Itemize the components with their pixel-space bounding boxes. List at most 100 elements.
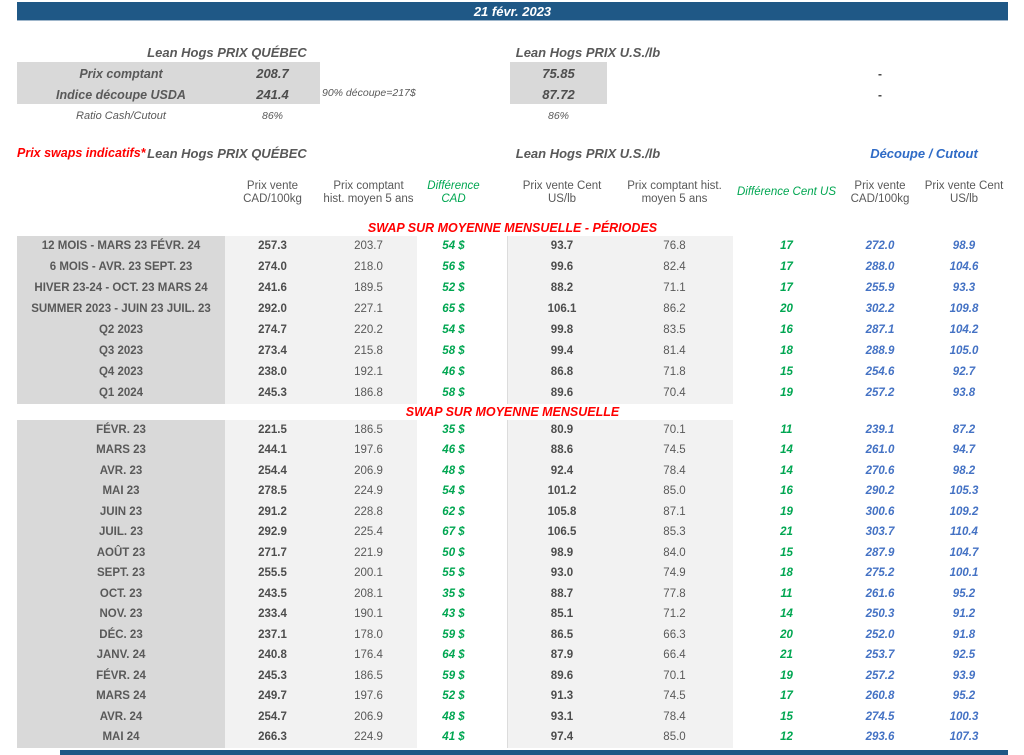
us-prix-vente-cell: 99.8 <box>508 320 616 341</box>
cutout-us-cell: 104.7 <box>920 543 1008 564</box>
qc-hist-cell: 228.8 <box>320 502 417 523</box>
qc-hist-cell: 192.1 <box>320 362 417 383</box>
spacer-cell <box>490 666 508 687</box>
cutout-group-header: Découpe / Cutout <box>870 146 978 161</box>
us-prix-vente-cell: 106.1 <box>508 299 616 320</box>
section-title-periodes: SWAP SUR MOYENNE MENSUELLE - PÉRIODES <box>367 221 658 235</box>
spot-row-indice-decoupe: Indice découpe USDA 241.4 87.72 - <box>17 84 1008 105</box>
table-row: AOÛT 23 271.7 221.9 50 $ 98.9 84.0 15 287.9 104.… <box>17 543 1008 564</box>
date-text: 21 févr. 2023 <box>473 3 552 19</box>
us-prix-vente-cell: 105.8 <box>508 502 616 523</box>
us-hist-cell: 78.4 <box>616 707 733 728</box>
difference-cad-cell: 58 $ <box>417 341 490 362</box>
cutout-us-cell: 93.3 <box>920 278 1008 299</box>
us-prix-vente-cell: 93.1 <box>508 707 616 728</box>
difference-us-cell: 11 <box>733 420 840 441</box>
cutout-cad-cell: 300.6 <box>840 502 920 523</box>
column-header-row: Prix vente CAD/100kg Prix comptant hist.… <box>17 166 1008 220</box>
qc-hist-cell: 186.5 <box>320 666 417 687</box>
qc-prix-vente-cell: 254.4 <box>225 461 320 482</box>
cutout-cad-cell: 288.0 <box>840 257 920 278</box>
column-header-qc-prix-vente: Prix vente CAD/100kg <box>243 179 302 205</box>
qc-prix-vente-cell: 240.8 <box>225 645 320 666</box>
cutout-us-cell: 92.7 <box>920 362 1008 383</box>
table-row: AVR. 24 254.7 206.9 48 $ 93.1 78.4 15 274.5 100.… <box>17 707 1008 728</box>
cutout-cad-cell: 302.2 <box>840 299 920 320</box>
cutout-cad-cell: 260.8 <box>840 686 920 707</box>
cutout-us-cell: 91.8 <box>920 625 1008 646</box>
row-label: OCT. 23 <box>17 584 225 605</box>
table-row: OCT. 23 243.5 208.1 35 $ 88.7 77.8 11 261.6 95.2 <box>17 584 1008 605</box>
table-row: JANV. 24 240.8 176.4 64 $ 87.9 66.4 21 253.7 92.… <box>17 645 1008 666</box>
difference-cad-cell: 52 $ <box>417 278 490 299</box>
us-hist-cell: 71.2 <box>616 604 733 625</box>
column-header-cutout-us: Prix vente Cent US/lb <box>924 179 1004 205</box>
table-row: MARS 24 249.7 197.6 52 $ 91.3 74.5 17 260.8 95.2 <box>17 686 1008 707</box>
spacer-cell <box>490 320 508 341</box>
spacer-cell <box>490 686 508 707</box>
cutout-cad-cell: 272.0 <box>840 236 920 257</box>
table-row: NOV. 23 233.4 190.1 43 $ 85.1 71.2 14 250.3 91.2 <box>17 604 1008 625</box>
spot-us-value: 75.85 <box>542 66 575 81</box>
us-prix-vente-cell: 99.6 <box>508 257 616 278</box>
difference-us-cell: 17 <box>733 236 840 257</box>
cutout-us-cell: 95.2 <box>920 686 1008 707</box>
us-prix-vente-cell: 86.8 <box>508 362 616 383</box>
cutout-cad-cell: 293.6 <box>840 727 920 748</box>
us-prix-vente-cell: 89.6 <box>508 383 616 404</box>
spot-qc-value: 241.4 <box>256 87 289 102</box>
spacer-cell <box>490 522 508 543</box>
spacer-cell <box>490 461 508 482</box>
spacer-cell <box>490 625 508 646</box>
difference-us-cell: 17 <box>733 278 840 299</box>
cutout-cad-cell: 290.2 <box>840 481 920 502</box>
row-label: AVR. 24 <box>17 707 225 728</box>
us-hist-cell: 85.3 <box>616 522 733 543</box>
qc-hist-cell: 224.9 <box>320 727 417 748</box>
difference-cad-cell: 65 $ <box>417 299 490 320</box>
cutout-us-cell: 93.8 <box>920 383 1008 404</box>
cutout-us-cell: 87.2 <box>920 420 1008 441</box>
difference-us-cell: 20 <box>733 299 840 320</box>
qc-hist-cell: 224.9 <box>320 481 417 502</box>
qc-hist-cell: 189.5 <box>320 278 417 299</box>
qc-prix-vente-cell: 237.1 <box>225 625 320 646</box>
row-label: JUIN 23 <box>17 502 225 523</box>
column-header-us-hist: Prix comptant hist. moyen 5 ans <box>627 179 722 205</box>
qc-prix-vente-cell: 249.7 <box>225 686 320 707</box>
spacer-cell <box>490 584 508 605</box>
cutout-us-cell: 98.9 <box>920 236 1008 257</box>
us-hist-cell: 74.9 <box>616 563 733 584</box>
table-row: FÉVR. 24 245.3 186.5 59 $ 89.6 70.1 19 257.2 93.… <box>17 666 1008 687</box>
qc-prix-vente-cell: 245.3 <box>225 666 320 687</box>
spot-row-label: Ratio Cash/Cutout <box>76 109 166 122</box>
cutout-cad-cell: 261.6 <box>840 584 920 605</box>
us-hist-cell: 70.1 <box>616 420 733 441</box>
spacer-cell <box>490 645 508 666</box>
qc-hist-cell: 197.6 <box>320 440 417 461</box>
difference-cad-cell: 48 $ <box>417 707 490 728</box>
row-label: 6 MOIS - AVR. 23 SEPT. 23 <box>17 257 225 278</box>
qc-hist-cell: 225.4 <box>320 522 417 543</box>
row-label: DÉC. 23 <box>17 625 225 646</box>
qc-prix-vente-cell: 273.4 <box>225 341 320 362</box>
table-row: MAI 23 278.5 224.9 54 $ 101.2 85.0 16 290.2 105.… <box>17 481 1008 502</box>
difference-cad-cell: 35 $ <box>417 584 490 605</box>
table-row: SEPT. 23 255.5 200.1 55 $ 93.0 74.9 18 275.2 100… <box>17 563 1008 584</box>
qc-prix-vente-cell: 221.5 <box>225 420 320 441</box>
qc-prix-vente-cell: 244.1 <box>225 440 320 461</box>
difference-us-cell: 16 <box>733 320 840 341</box>
table-row: 6 MOIS - AVR. 23 SEPT. 23 274.0 218.0 56 $ 9… <box>17 257 1008 278</box>
us-prix-vente-cell: 88.6 <box>508 440 616 461</box>
difference-us-cell: 16 <box>733 481 840 502</box>
us-prix-vente-cell: 87.9 <box>508 645 616 666</box>
difference-cad-cell: 41 $ <box>417 727 490 748</box>
cutout-us-cell: 92.5 <box>920 645 1008 666</box>
us-hist-cell: 84.0 <box>616 543 733 564</box>
difference-cad-cell: 48 $ <box>417 461 490 482</box>
spot-row-ratio: Ratio Cash/Cutout 86% 86% <box>17 105 1008 126</box>
qc-hist-cell: 186.8 <box>320 383 417 404</box>
table-row: Q1 2024 245.3 186.8 58 $ 89.6 70.4 19 257.2 93.8 <box>17 383 1008 404</box>
cutout-dash: - <box>878 66 882 81</box>
us-prix-vente-cell: 85.1 <box>508 604 616 625</box>
